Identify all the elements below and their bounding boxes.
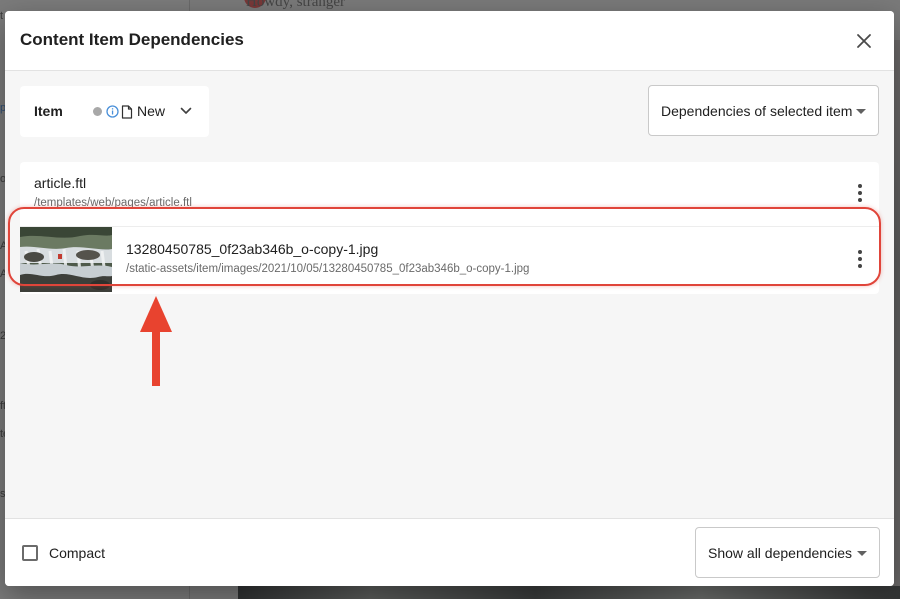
background-image [893, 40, 900, 586]
more-options-icon[interactable] [853, 182, 867, 204]
show-dependencies-select[interactable]: Show all dependencies [695, 527, 880, 578]
dependency-mode-value: Dependencies of selected item [661, 103, 853, 119]
background-greeting: Howdy, stranger [246, 0, 346, 10]
list-item[interactable]: 13280450785_0f23ab346b_o-copy-1.jpg /sta… [20, 227, 879, 292]
dialog-title: Content Item Dependencies [20, 30, 244, 49]
dialog-body: Item New Dependencies of selected item a… [5, 71, 894, 518]
dependency-path: /static-assets/item/images/2021/10/05/13… [126, 263, 530, 275]
item-value: New [137, 103, 166, 119]
dialog-footer: Compact Show all dependencies [5, 518, 894, 586]
info-icon [106, 105, 119, 118]
dialog-header: Content Item Dependencies [5, 11, 894, 71]
arrow-up-icon [140, 296, 172, 386]
dependency-name: article.ftl [34, 175, 87, 191]
dependency-path: /templates/web/pages/article.ftl [34, 197, 192, 209]
waterfall-photo [20, 227, 112, 292]
document-icon [121, 105, 133, 119]
list-item[interactable]: article.ftl /templates/web/pages/article… [20, 162, 879, 227]
compact-label: Compact [49, 545, 106, 561]
close-icon [857, 34, 871, 48]
status-dot-icon [93, 107, 102, 116]
close-button[interactable] [850, 27, 878, 55]
dependency-name: 13280450785_0f23ab346b_o-copy-1.jpg [126, 241, 379, 257]
more-options-icon[interactable] [853, 248, 867, 270]
dropdown-caret-icon [856, 109, 866, 114]
dependency-list: article.ftl /templates/web/pages/article… [20, 162, 879, 294]
item-selector: Item New [20, 86, 209, 137]
chevron-down-icon[interactable] [179, 104, 193, 118]
thumbnail-image [20, 227, 112, 292]
compact-checkbox[interactable] [22, 545, 38, 561]
background-text-fragment: t [0, 10, 4, 22]
dependency-mode-select[interactable]: Dependencies of selected item [648, 85, 879, 136]
item-label: Item [34, 103, 63, 119]
dropdown-caret-icon [857, 551, 867, 556]
background-image [238, 586, 900, 599]
show-dependencies-value: Show all dependencies [708, 545, 852, 561]
